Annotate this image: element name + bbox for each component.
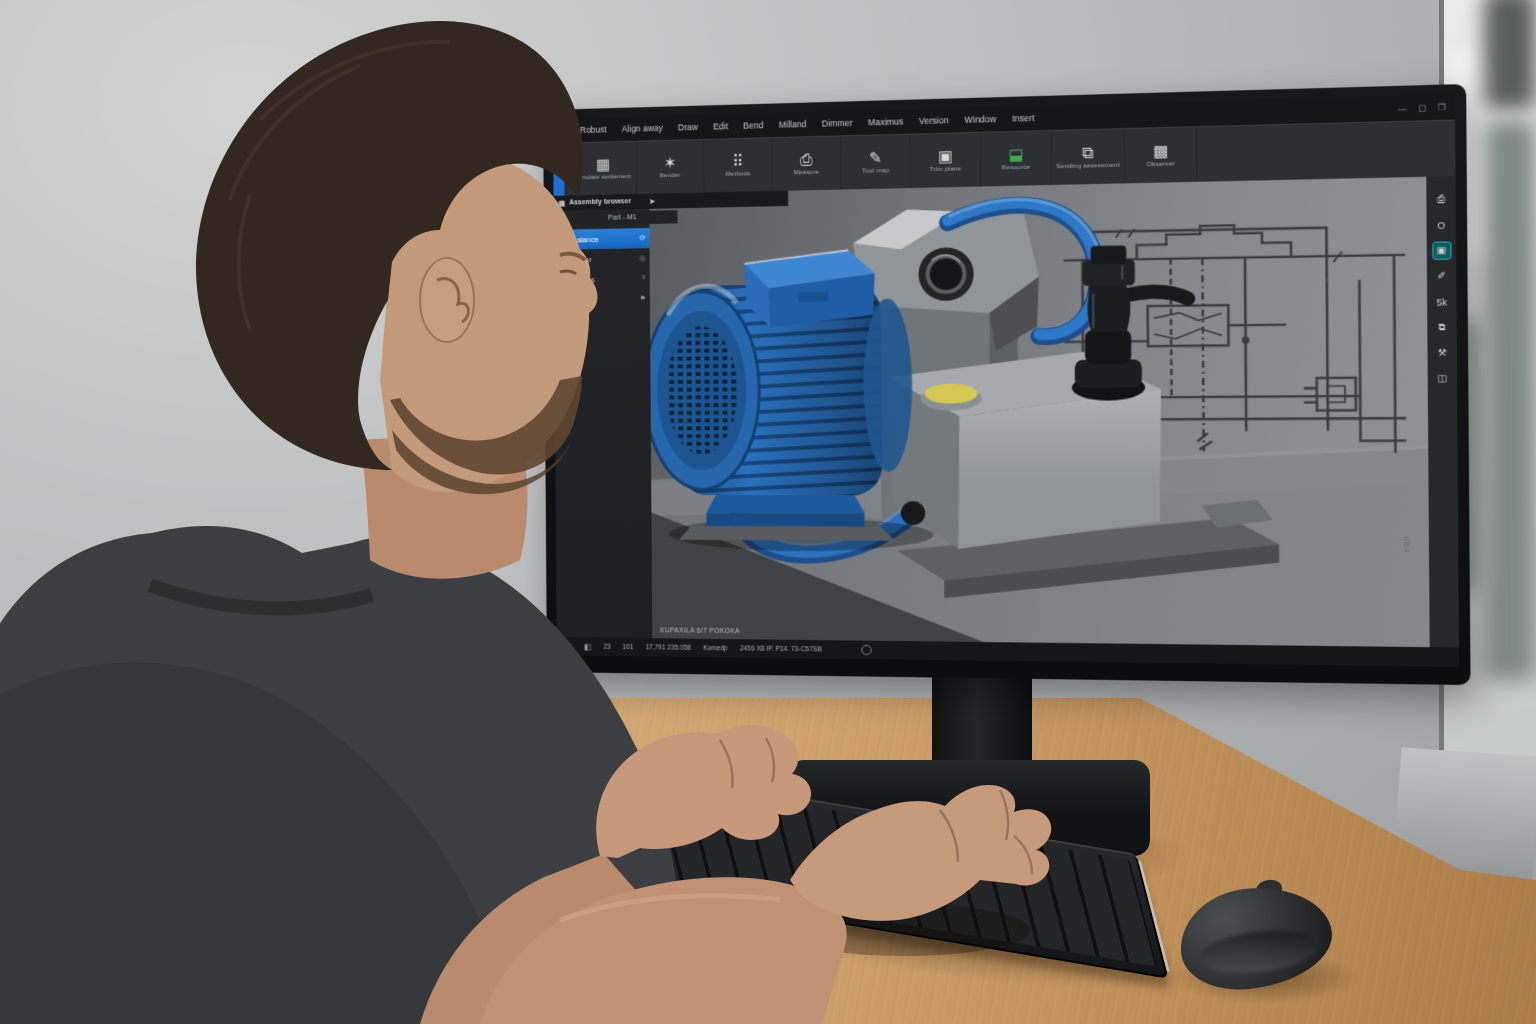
status-item: Komedp [703, 644, 728, 651]
toolbar-button[interactable]: ▩ Observer [1125, 127, 1198, 183]
menu-item[interactable]: Maximus [868, 116, 903, 127]
tree-item[interactable]: • Stator ◎ [554, 248, 650, 270]
cursor-arrow-icon: ➤ [649, 197, 655, 205]
tree-item[interactable]: ◑ Blades ⚑ [554, 288, 650, 309]
status-item: 23 [603, 643, 610, 650]
menu-item[interactable]: Align away [622, 123, 663, 134]
sync-icon: ⟳ [640, 234, 646, 242]
toolbar-button-label: Trim plane [930, 166, 962, 173]
sketch-icon: ✎ [869, 150, 882, 166]
layers-icon[interactable]: ⧉ [1433, 319, 1450, 335]
layers-icon: ⧉ [1082, 145, 1094, 161]
part-icon: ▣ [558, 235, 568, 245]
star-icon: ✶ [664, 155, 677, 170]
highlighted-tool-icon[interactable]: ▣ [1433, 243, 1450, 259]
status-item: 17,791 235.058 [645, 644, 691, 652]
camera-icon: ⌗ [642, 274, 646, 282]
menu-item[interactable]: Dimmer [822, 118, 853, 129]
tree-item-label: Motors [572, 275, 595, 284]
restore-icon[interactable]: ❐ [1438, 102, 1446, 112]
viewport-corner-text: KUPAXILA 6/7 POKOKA [660, 627, 740, 635]
toolbar-button-label: Render [660, 172, 681, 179]
minimize-icon[interactable]: — [1398, 103, 1407, 113]
feature-panel-title: Assembly browser [569, 198, 631, 206]
toolbar-button[interactable]: ✎Tool map [841, 135, 911, 190]
menu-item[interactable]: Window [964, 114, 996, 125]
feature-tree-panel: ▣ Balance ⟳ • Stator ◎ ◔ Motors ⌗ ◑ Blades ⚑ ◕ Ba… [554, 194, 653, 639]
menu-item[interactable]: Version [919, 115, 949, 126]
document-icon: ▤ [559, 199, 566, 207]
part-icon: • [558, 255, 568, 265]
orbit-icon[interactable]: O [1433, 217, 1450, 233]
cad-app-window: Robust Align away Draw Edit Bend Milland… [553, 94, 1459, 667]
tools-icon[interactable]: ⚒ [1434, 345, 1451, 361]
flag-icon: ⚑ [640, 295, 646, 303]
toolbar-button[interactable]: ⧉Sending assessment [1052, 129, 1126, 185]
window-building-blob [1484, 0, 1536, 110]
grid-icon: ▦ [596, 157, 610, 172]
part-icon: ◑ [558, 295, 568, 305]
menu-item[interactable]: Insert [1012, 113, 1035, 124]
tree-item[interactable]: ◕ Base [554, 309, 650, 330]
part-icon: ◕ [558, 315, 568, 325]
toolbar-button[interactable]: ▦Simulate settlement [570, 142, 637, 196]
menu-item[interactable]: Bend [743, 120, 763, 131]
window-building-blob [1486, 120, 1536, 680]
stamp-icon[interactable]: ⎙ [1433, 191, 1450, 207]
transform-icon: ⠿ [732, 154, 743, 169]
toolbar-button-label: Sending assessment [1056, 162, 1120, 170]
toolbar-button[interactable]: ⎙Measure [772, 136, 841, 191]
stamp-icon: ⎙ [800, 152, 812, 168]
frame-icon[interactable]: ◫ [1434, 371, 1451, 387]
clamp-icon: ⬓ [1008, 147, 1023, 163]
right-tool-strip: ⎙ O ▣ ✐ 5k ⧉ ⚒ ◫ [1426, 176, 1459, 647]
tree-item[interactable]: ◔ Motors ⌗ [554, 268, 650, 290]
menu-item[interactable]: Milland [779, 119, 807, 130]
menu-item[interactable]: Edit [713, 121, 728, 132]
scale-icon[interactable]: 5k [1433, 294, 1450, 310]
toolbar-button-label: Measure [794, 169, 819, 176]
matrix-icon: ▩ [1153, 143, 1168, 159]
menu-item[interactable]: Draw [678, 122, 698, 133]
toolbar-button-label: Resource [1002, 164, 1031, 171]
status-indicator-icon [861, 645, 871, 655]
toolbar-button-label: Simulate settlement [575, 173, 631, 180]
target-icon: ◎ [639, 254, 645, 262]
app-accent-strip [553, 144, 564, 196]
viewport-canvas [649, 177, 1430, 647]
toolbar-button[interactable]: ✶ Render [637, 140, 705, 194]
toolbar-button[interactable]: ⬓Resource [981, 131, 1052, 187]
tree-item-label: Balance [572, 234, 599, 244]
tree-item-label: Base [572, 315, 589, 324]
3d-viewport[interactable]: KUPAXILA 6/7 POKOKA [649, 177, 1430, 647]
folder-icon[interactable]: ◧ [584, 642, 592, 651]
grid-view-icon[interactable]: ▤ [565, 642, 573, 651]
monitor: Robust Align away Draw Edit Bend Milland… [543, 84, 1470, 685]
toolbar-button-label: Tool map [862, 167, 889, 174]
feature-panel-tab[interactable]: Part - M1 [568, 210, 678, 225]
tree-item-label: Stator [572, 255, 592, 264]
status-coordinates: 2456 X8 IP. P14. 73-C57SB [740, 645, 822, 653]
monitor-logo: 4B4 [1402, 536, 1412, 554]
toolbar-button-label: Methods [725, 171, 750, 178]
toolbar-button[interactable]: ⠿ Methods [704, 138, 772, 192]
maximize-icon[interactable]: ▢ [1418, 103, 1427, 113]
part-icon: ◔ [558, 275, 568, 285]
status-item: 101 [623, 643, 634, 650]
toolbar-button-label: Observer [1147, 161, 1175, 168]
toolbar-button[interactable]: ▣ Trim plane [911, 133, 982, 188]
frame-icon: ▣ [938, 148, 953, 164]
app-logo-icon [559, 124, 572, 137]
menu-item[interactable]: Robust [580, 124, 607, 135]
tree-item-label: Blades [572, 295, 595, 304]
tree-item-selected[interactable]: ▣ Balance ⟳ [554, 228, 650, 250]
brush-icon[interactable]: ✐ [1433, 268, 1450, 284]
